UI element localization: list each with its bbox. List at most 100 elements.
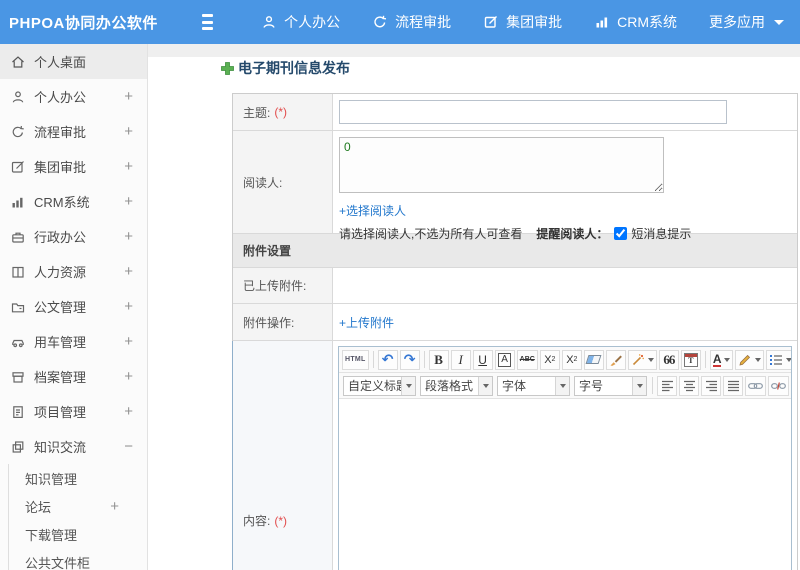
sidebar-submenu-knowledge: 知识管理 论坛 + 下载管理 公共文件柜 bbox=[8, 464, 147, 570]
undo-icon[interactable]: ↶ bbox=[377, 349, 398, 370]
page-title-text: 电子期刊信息发布 bbox=[238, 60, 350, 76]
bold-button[interactable]: B bbox=[428, 349, 449, 370]
italic-button[interactable]: I bbox=[450, 349, 471, 370]
expand-plus-icon[interactable]: + bbox=[124, 123, 133, 140]
sidebar-item-knowledge-exchange[interactable]: 知识交流 − bbox=[0, 429, 147, 464]
chevron-down-icon bbox=[478, 376, 492, 395]
required-mark: (*) bbox=[274, 105, 288, 119]
editor-content-area[interactable] bbox=[339, 399, 791, 570]
user-icon bbox=[9, 89, 26, 105]
align-left-icon[interactable] bbox=[657, 375, 677, 396]
chevron-down-icon bbox=[647, 357, 654, 362]
sidebar: 个人桌面 个人办公 + 流程审批 + 集团审批 + CRM系统 + 行政办公 + bbox=[0, 44, 148, 570]
subject-label: 主题: (*) bbox=[233, 94, 333, 130]
nav-group-approval[interactable]: 集团审批 bbox=[467, 0, 578, 44]
top-navigation: 个人办公 流程审批 集团审批 CRM系统 更多应用 bbox=[245, 0, 800, 44]
link-icon[interactable] bbox=[745, 375, 766, 396]
sidebar-subitem-download-management[interactable]: 下载管理 bbox=[9, 520, 147, 548]
paragraph-format-select[interactable]: 段落格式 bbox=[420, 375, 493, 396]
strikethrough-button[interactable]: ABC bbox=[516, 349, 538, 370]
insert-table-icon[interactable]: T bbox=[680, 349, 701, 370]
sidebar-item-group-approval[interactable]: 集团审批 + bbox=[0, 149, 147, 184]
chevron-down-icon bbox=[786, 357, 791, 362]
clipboard-icon bbox=[9, 404, 26, 420]
select-readers-link[interactable]: +选择阅读人 bbox=[339, 202, 797, 219]
hamburger-menu-icon[interactable] bbox=[202, 14, 214, 30]
expand-plus-icon[interactable]: + bbox=[124, 298, 133, 315]
publish-form: 主题: (*) 阅读人: 0 +选择阅读人 请选择阅读人,不选为所有人可查看 提… bbox=[232, 93, 798, 570]
chevron-down-icon bbox=[401, 376, 415, 395]
align-right-icon[interactable] bbox=[701, 375, 721, 396]
nav-crm-system[interactable]: CRM系统 bbox=[578, 0, 693, 44]
collapse-minus-icon[interactable]: − bbox=[124, 438, 133, 455]
font-size-select[interactable]: 字号 bbox=[574, 375, 647, 396]
redo-icon[interactable]: ↷ bbox=[399, 349, 420, 370]
expand-plus-icon[interactable]: + bbox=[124, 263, 133, 280]
custom-title-select[interactable]: 自定义标题 bbox=[343, 375, 416, 396]
readers-hint-line: 请选择阅读人,不选为所有人可查看 提醒阅读人： 短消息提示 bbox=[339, 225, 797, 242]
form-row-readers: 阅读人: 0 +选择阅读人 请选择阅读人,不选为所有人可查看 提醒阅读人： 短消… bbox=[233, 131, 797, 241]
expand-plus-icon[interactable]: + bbox=[124, 368, 133, 385]
chevron-down-icon bbox=[755, 357, 762, 362]
blockquote-button[interactable]: 66 bbox=[658, 349, 679, 370]
expand-plus-icon[interactable]: + bbox=[124, 228, 133, 245]
required-mark: (*) bbox=[274, 513, 288, 528]
auto-typeset-icon[interactable] bbox=[627, 349, 657, 370]
sidebar-item-crm-system[interactable]: CRM系统 + bbox=[0, 184, 147, 219]
sidebar-item-archive-management[interactable]: 档案管理 + bbox=[0, 359, 147, 394]
subscript-button[interactable]: X2 bbox=[561, 349, 582, 370]
readers-textarea[interactable]: 0 bbox=[339, 137, 664, 193]
expand-plus-icon[interactable]: + bbox=[110, 498, 119, 515]
font-family-select[interactable]: 字体 bbox=[497, 375, 570, 396]
nav-more-apps[interactable]: 更多应用 bbox=[693, 0, 800, 44]
subject-input[interactable] bbox=[339, 100, 727, 124]
align-justify-icon[interactable] bbox=[723, 375, 743, 396]
sidebar-subitem-knowledge-management[interactable]: 知识管理 bbox=[9, 464, 147, 492]
nav-personal-office[interactable]: 个人办公 bbox=[245, 0, 356, 44]
align-center-icon[interactable] bbox=[679, 375, 699, 396]
bar-chart-icon bbox=[9, 194, 26, 210]
briefcase-icon bbox=[9, 229, 26, 245]
sidebar-subitem-forum[interactable]: 论坛 + bbox=[9, 492, 147, 520]
home-icon bbox=[9, 54, 26, 70]
sidebar-item-vehicle-management[interactable]: 用车管理 + bbox=[0, 324, 147, 359]
process-refresh-icon bbox=[9, 124, 26, 140]
expand-plus-icon[interactable]: + bbox=[124, 333, 133, 350]
user-icon bbox=[261, 14, 277, 30]
sidebar-item-project-management[interactable]: 项目管理 + bbox=[0, 394, 147, 429]
sms-remind-checkbox[interactable] bbox=[614, 227, 628, 240]
sidebar-subitem-public-file-cabinet[interactable]: 公共文件柜 bbox=[9, 548, 147, 570]
bar-chart-icon bbox=[594, 14, 610, 30]
underline-button[interactable]: U bbox=[472, 349, 493, 370]
chevron-down-icon bbox=[555, 376, 569, 395]
upload-attachment-link[interactable]: +上传附件 bbox=[339, 314, 394, 331]
folder-icon bbox=[9, 299, 26, 315]
font-color-button[interactable]: A bbox=[709, 349, 734, 370]
unlink-icon[interactable] bbox=[768, 375, 789, 396]
format-brush-icon[interactable] bbox=[605, 349, 626, 370]
app-window: PHPOA协同办公软件 个人办公 流程审批 集团审批 CRM系统 更多应用 个人… bbox=[0, 0, 800, 570]
edit-icon bbox=[9, 159, 26, 175]
html-source-button[interactable]: HTML bbox=[342, 349, 369, 370]
content-label: 内容: (*) bbox=[233, 341, 333, 570]
app-logo[interactable]: PHPOA协同办公软件 bbox=[0, 12, 157, 33]
car-icon bbox=[9, 334, 26, 350]
superscript-button[interactable]: X2 bbox=[539, 349, 560, 370]
highlight-pen-icon[interactable] bbox=[735, 349, 765, 370]
sidebar-item-document-management[interactable]: 公文管理 + bbox=[0, 289, 147, 324]
sidebar-item-workflow-approval[interactable]: 流程审批 + bbox=[0, 114, 147, 149]
readers-label: 阅读人: bbox=[233, 131, 333, 233]
sidebar-item-admin-office[interactable]: 行政办公 + bbox=[0, 219, 147, 254]
nav-workflow-approval[interactable]: 流程审批 bbox=[356, 0, 467, 44]
expand-plus-icon[interactable]: + bbox=[124, 88, 133, 105]
expand-plus-icon[interactable]: + bbox=[124, 403, 133, 420]
sidebar-item-personal-office[interactable]: 个人办公 + bbox=[0, 79, 147, 114]
font-box-button[interactable]: A bbox=[494, 349, 515, 370]
sidebar-item-human-resources[interactable]: 人力资源 + bbox=[0, 254, 147, 289]
expand-plus-icon[interactable]: + bbox=[124, 158, 133, 175]
edit-icon bbox=[483, 14, 499, 30]
expand-plus-icon[interactable]: + bbox=[124, 193, 133, 210]
sidebar-item-personal-desktop[interactable]: 个人桌面 bbox=[0, 44, 147, 79]
eraser-icon[interactable] bbox=[583, 349, 604, 370]
ordered-list-icon[interactable] bbox=[766, 349, 791, 370]
